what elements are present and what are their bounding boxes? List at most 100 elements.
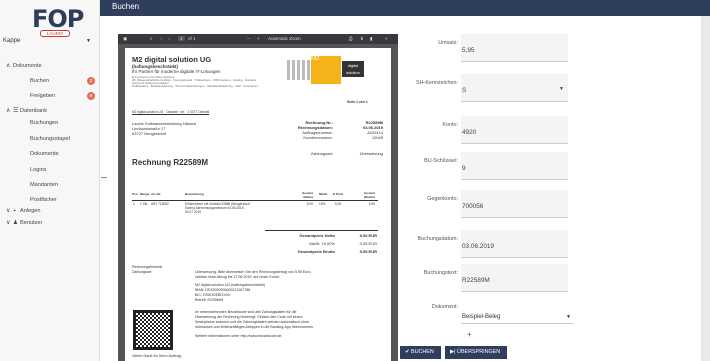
konto-input[interactable]: 4920 (461, 116, 568, 144)
total-key: MwSt. 19,00% (309, 241, 335, 246)
pdf-page: M2 digital solution UG (haftungsbeschrän… (125, 48, 391, 361)
page-count: of 1 (188, 36, 196, 41)
bu-schluessel-input[interactable]: 9 (461, 152, 568, 180)
field-label: BU-Schlüssel: (424, 158, 458, 164)
col-header: Bezeichnung (185, 192, 204, 196)
download-icon[interactable]: ⬇ (360, 36, 364, 42)
tools-icon[interactable]: » (385, 36, 388, 41)
logo-text: FOP (32, 5, 84, 33)
nav-item-freigeben[interactable]: Freigeben 9 (0, 90, 100, 102)
field-label: Dokument: (431, 304, 458, 310)
nav-item-mandanten[interactable]: Mandanten (0, 179, 100, 191)
invoice-title: Rechnung R22589M (132, 158, 209, 167)
search-icon[interactable]: ⌕ (150, 36, 153, 41)
totals-divider (265, 230, 378, 231)
pdf-viewer[interactable]: ▣ ⌕ ↑ ↓ 1 of 1 − + Automatic Zoom ⎙ ⬇ ▮ … (118, 34, 398, 361)
client-label: Kappe (3, 38, 21, 44)
nav-section-dokumente[interactable]: ∧ Dokumente (0, 60, 100, 72)
nav-section-datenbank[interactable]: ∧ Datenbank ☰ (0, 105, 100, 117)
zoom-in-icon[interactable]: + (257, 36, 260, 41)
m2-logo: M2 digital solution (287, 56, 365, 84)
recipient-line: 63727 Neugersdorf (132, 131, 167, 136)
gegenkonto-input[interactable]: 700056 (461, 190, 568, 218)
scrollbar[interactable] (701, 16, 710, 361)
nav-item-label: Dokumente (30, 151, 59, 157)
field-value: 03.06.2019 (462, 243, 494, 250)
sh-kennzeichen-select[interactable]: S ▼ (461, 74, 568, 102)
col-header: MwSt. (319, 192, 328, 196)
field-label: Buchungstext: (423, 270, 458, 276)
skip-icon: ▶| (450, 349, 456, 355)
nav-item-logins[interactable]: Logins (0, 164, 100, 176)
cell: ART 715092 (151, 202, 169, 206)
chevron-down-icon: ∨ (6, 220, 11, 226)
logo-sub: LAUNIX (40, 30, 70, 37)
company-name: M2 digital solution UG (132, 55, 212, 64)
sidebar-toggle-icon[interactable]: ▣ (123, 36, 127, 42)
nav-item-buchen[interactable]: Buchen 2 (0, 75, 100, 87)
qr-text: mühsames und fehleranfälliges Abtippen i… (195, 325, 315, 329)
hint-label: Zahlungsart: (132, 270, 152, 274)
total-key: Gesamtpreis Netto (299, 233, 335, 238)
field-value: 700056 (462, 203, 484, 210)
sidebar: FOP LAUNIX Kappe ▼ ∧ Dokumente Buchen 2 … (0, 0, 100, 361)
nav-item-label: Buchungsstapel (30, 136, 70, 142)
m2-logo-badge: digital solution (342, 61, 364, 77)
prev-page-icon[interactable]: ↑ (160, 36, 162, 41)
field-value: R22589M (462, 277, 490, 284)
nav-section-label: Anlegen (20, 208, 41, 214)
company-slogan: Ihr Partner für moderne digitale IT-Lösu… (132, 69, 221, 74)
bank-line: Betreff: R22589M (195, 298, 224, 302)
nav-item-dokumente[interactable]: Dokumente (0, 148, 100, 160)
client-select[interactable]: Kappe ▼ (3, 38, 91, 48)
nav-section-label: Datenbank (20, 108, 48, 114)
col-header: Pos. (132, 192, 139, 196)
nav-item-buchungsstapel[interactable]: Buchungsstapel (0, 133, 100, 145)
payment-key: Zahlungsart: (310, 151, 333, 156)
total-key: Gesamtpreis Brutto (297, 249, 335, 254)
field-value: Beispiel-Beleg (462, 314, 501, 320)
ueberspringen-button[interactable]: ▶| ÜBERSPRINGEN (445, 346, 507, 359)
cell: 1 Stk. (140, 202, 149, 206)
qr-code (133, 310, 173, 350)
nav-section-anlegen[interactable]: ∨ + Anlegen (0, 205, 100, 217)
m2-logo-text: M2 (311, 56, 341, 84)
buchen-button[interactable]: ✔ BUCHEN (400, 346, 441, 359)
cell: 04.07.2019 (185, 210, 201, 214)
col-header: Art.-Nr. (151, 192, 162, 196)
count-badge: 2 (87, 77, 95, 85)
buchungstext-input[interactable]: R22589M (461, 264, 568, 292)
nav-item-label: Buchen (30, 78, 49, 84)
total-value: 5,00 EUR (359, 233, 377, 238)
fop-logo: FOP LAUNIX (32, 7, 84, 37)
bookmark-icon[interactable]: ▮ (370, 36, 372, 42)
zoom-out-icon[interactable]: − (247, 36, 250, 41)
zoom-select[interactable]: Automatic Zoom (268, 36, 301, 41)
field-value: 9 (462, 165, 466, 172)
field-label: SH-Kennzeichen: (416, 80, 458, 86)
nav-section-benutzer[interactable]: ∨ ♟ Benutzer (0, 217, 100, 229)
col-header: Menge (140, 192, 150, 196)
nav-item-label: Buchungen (30, 120, 59, 126)
buchungsdatum-input[interactable]: 03.06.2019 (461, 230, 568, 258)
button-label: BUCHEN (411, 349, 434, 355)
print-icon[interactable]: ⎙ (349, 36, 353, 41)
field-label: Gegenkonto: (427, 196, 458, 202)
database-icon: ☰ (13, 108, 19, 114)
dokument-select[interactable]: Beispiel-Beleg ▼ (461, 310, 573, 324)
company-line: Tarifberatung · Breitbandplanung · VM un… (132, 84, 258, 88)
divider (101, 177, 107, 178)
cell: 5,00 (306, 202, 313, 206)
m2-logo-sub: solution (346, 70, 360, 75)
nav-item-buchungen[interactable]: Buchungen (0, 117, 100, 129)
chevron-up-icon: ∧ (6, 63, 11, 69)
add-document-button[interactable]: + (467, 330, 472, 339)
nav-section-label: Dokumente (13, 63, 42, 69)
umsatz-input[interactable]: 5,95 (461, 34, 568, 62)
field-value: 4920 (462, 129, 477, 136)
caret-down-icon: ▼ (559, 86, 564, 92)
page-number-input[interactable]: 1 (178, 36, 185, 41)
plus-icon: + (13, 208, 17, 214)
next-page-icon[interactable]: ↓ (168, 36, 170, 41)
nav-item-label: Freigeben (30, 93, 56, 99)
